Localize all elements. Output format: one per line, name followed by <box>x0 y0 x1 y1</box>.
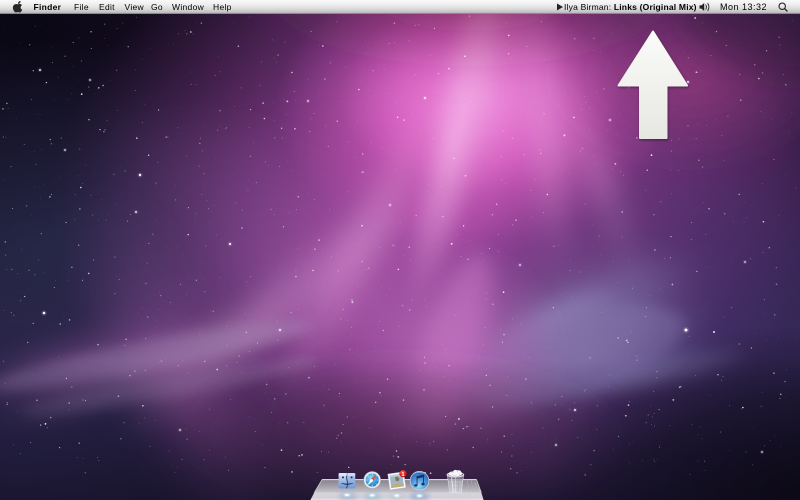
svg-text:1: 1 <box>402 472 405 478</box>
